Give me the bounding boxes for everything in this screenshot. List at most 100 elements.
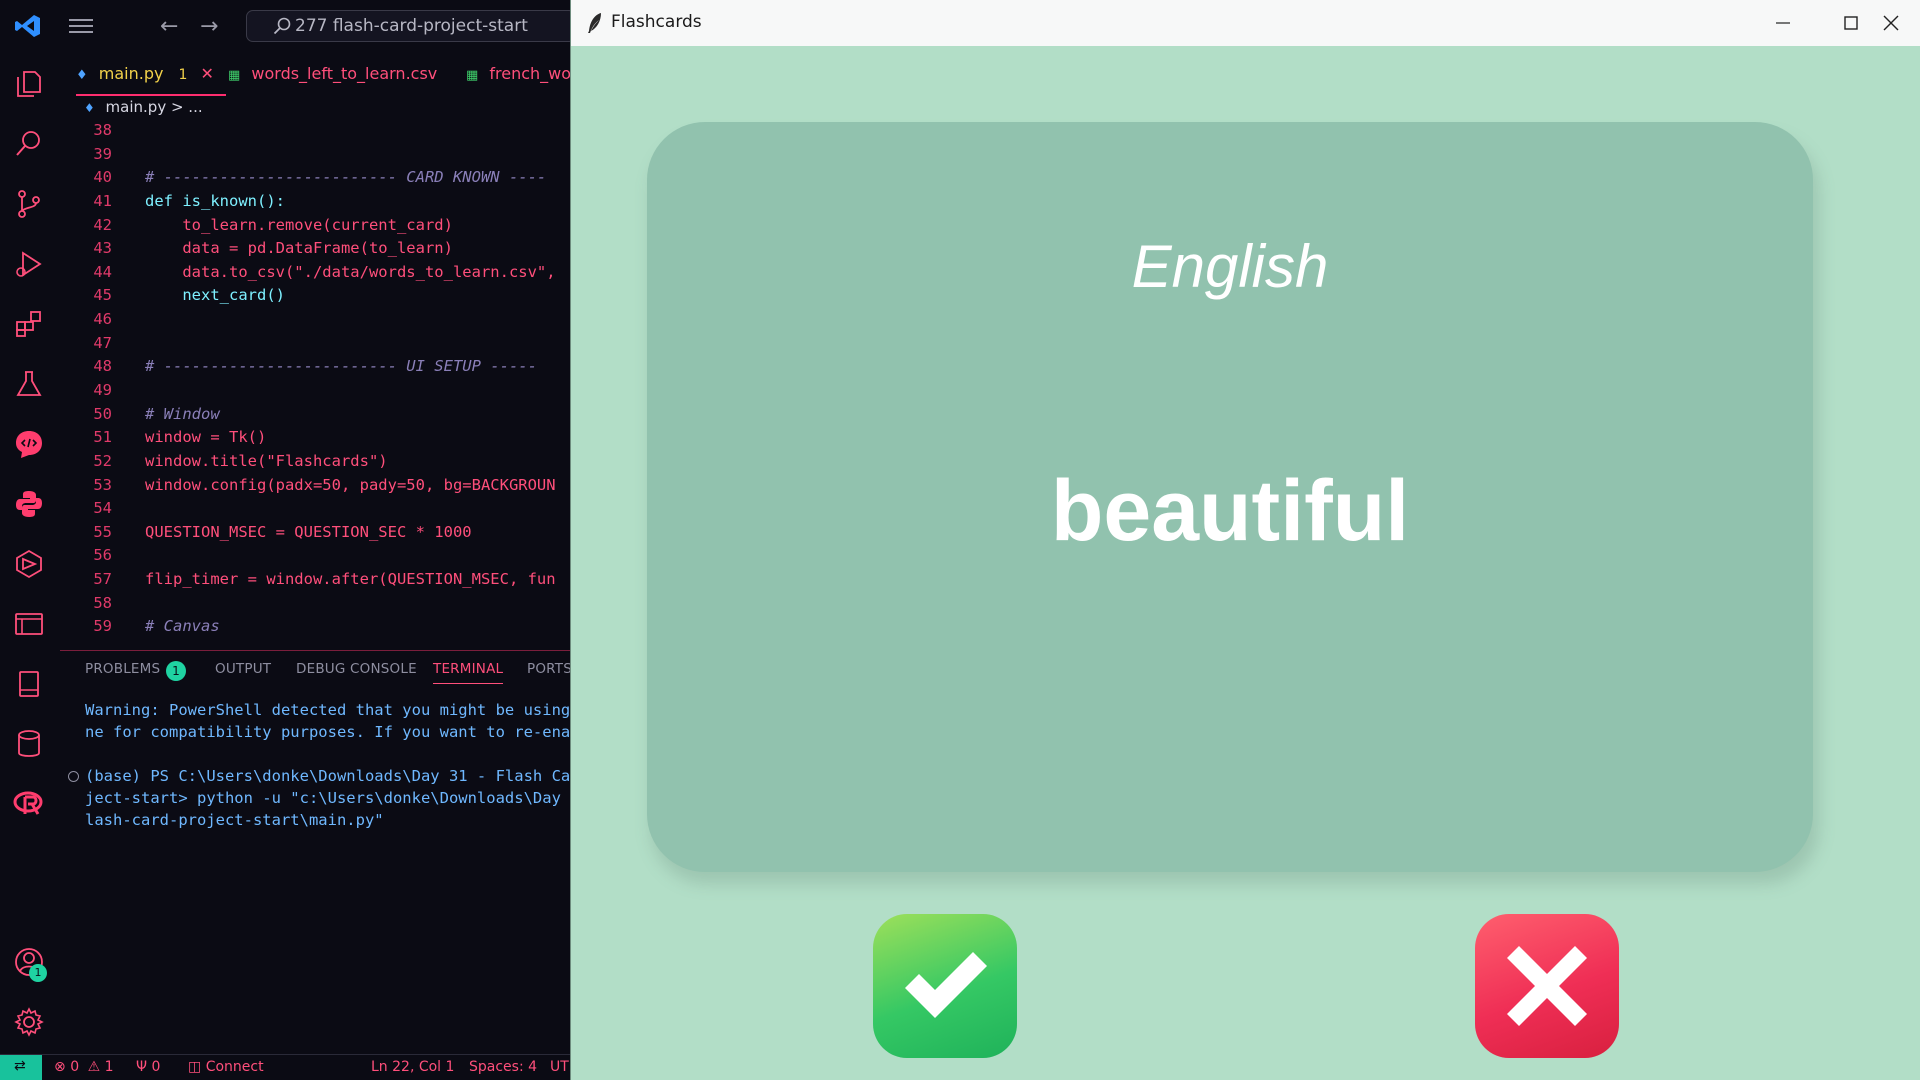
bookmark-icon[interactable] bbox=[13, 668, 45, 700]
code-line: 46 bbox=[60, 307, 572, 331]
code-text: data = pd.DataFrame(to_learn) bbox=[145, 239, 453, 257]
line-number: 53 bbox=[93, 476, 112, 494]
code-text: # ------------------------- CARD KNOWN -… bbox=[145, 168, 547, 186]
code-text: # ------------------------- UI SETUP ---… bbox=[145, 357, 537, 375]
code-line: 51 window = Tk() bbox=[60, 425, 572, 449]
vscode-logo-icon bbox=[15, 15, 40, 37]
line-number: 49 bbox=[93, 381, 112, 399]
status-bar: ⇄ ⊗ 0 ⚠ 1 Ψ 0 ◫ Connect Ln 22, Col 1 Spa… bbox=[0, 1054, 572, 1080]
ports-indicator[interactable]: Ψ 0 bbox=[136, 1059, 160, 1075]
ports-count: 0 bbox=[151, 1059, 161, 1075]
extensions-icon[interactable] bbox=[13, 308, 45, 340]
errors-indicator[interactable]: ⊗ 0 ⚠ 1 bbox=[54, 1059, 114, 1075]
code-text: window.title("Flashcards") bbox=[145, 452, 388, 470]
python-icon[interactable] bbox=[13, 488, 45, 520]
line-number: 48 bbox=[93, 357, 112, 375]
tab-french-words[interactable]: ▦ french_wor bbox=[466, 52, 572, 96]
code-line: 54 bbox=[60, 496, 572, 520]
feather-icon bbox=[588, 13, 601, 33]
connect-button[interactable]: ◫ Connect bbox=[188, 1059, 264, 1075]
line-number: 56 bbox=[93, 546, 112, 564]
line-number: 43 bbox=[93, 239, 112, 257]
tab-debug-console[interactable]: DEBUG CONSOLE bbox=[296, 661, 417, 677]
code-text: # Window bbox=[145, 405, 220, 423]
terminal-line: Warning: PowerShell detected that you mi… bbox=[85, 701, 572, 719]
command-center-search[interactable]: 277 flash-card-project-start bbox=[246, 10, 572, 42]
warning-count: 1 bbox=[104, 1059, 114, 1075]
python-file-icon: ♦ bbox=[76, 68, 88, 83]
flashcards-window: Flashcards English beautiful bbox=[570, 0, 1920, 1080]
tab-words-left-to-learn[interactable]: ▦ words_left_to_learn.csv bbox=[228, 52, 437, 96]
encoding[interactable]: UT bbox=[550, 1059, 569, 1075]
minimize-icon bbox=[1776, 22, 1790, 24]
tab-label: french_wor bbox=[489, 64, 572, 83]
menu-icon[interactable] bbox=[68, 16, 94, 36]
line-number: 38 bbox=[93, 122, 112, 139]
known-button[interactable] bbox=[873, 914, 1017, 1058]
card-word: beautiful bbox=[1050, 463, 1410, 559]
flash-card: English beautiful bbox=[647, 122, 1813, 872]
code-line: 43 data = pd.DataFrame(to_learn) bbox=[60, 236, 572, 260]
gear-icon[interactable] bbox=[13, 1006, 45, 1038]
code-line: 57 flip_timer = window.after(QUESTION_MSE… bbox=[60, 567, 572, 591]
minimize-button[interactable] bbox=[1749, 0, 1817, 46]
window-title: Flashcards bbox=[611, 12, 702, 32]
database-icon[interactable] bbox=[13, 728, 45, 760]
breadcrumb-path: main.py > ... bbox=[105, 98, 203, 116]
code-text: flip_timer = window.after(QUESTION_MSEC,… bbox=[145, 570, 556, 588]
cross-icon bbox=[1507, 946, 1587, 1026]
close-icon[interactable]: ✕ bbox=[201, 64, 214, 83]
remote-explorer-icon[interactable] bbox=[13, 608, 45, 640]
tab-ports[interactable]: PORTS bbox=[527, 661, 572, 677]
prompt-circle-icon bbox=[68, 771, 79, 782]
close-button[interactable] bbox=[1853, 0, 1920, 46]
terminal-line: lash-card-project-start\main.py" bbox=[85, 811, 384, 829]
tab-main-py[interactable]: ♦ main.py 1 ✕ bbox=[76, 52, 226, 96]
code-line: 53 window.config(padx=50, pady=50, bg=BAC… bbox=[60, 473, 572, 497]
files-icon[interactable] bbox=[13, 68, 45, 100]
code-line: 59 # Canvas bbox=[60, 614, 572, 638]
terminal-line: (base) PS C:\Users\donke\Downloads\Day 3… bbox=[85, 767, 572, 785]
unknown-button[interactable] bbox=[1475, 914, 1619, 1058]
line-number: 45 bbox=[93, 286, 112, 304]
titlebar: ← → 277 flash-card-project-start bbox=[0, 0, 572, 52]
arrow-right-icon[interactable]: → bbox=[200, 14, 218, 39]
code-line: 58 bbox=[60, 591, 572, 615]
code-text: # Canvas bbox=[145, 617, 220, 635]
code-line: 48 # ------------------------- UI SETUP -… bbox=[60, 354, 572, 378]
code-text: to_learn.remove(current_card) bbox=[145, 216, 453, 234]
account-icon[interactable]: 1 bbox=[13, 946, 47, 982]
testing-icon[interactable] bbox=[13, 368, 45, 400]
line-number: 42 bbox=[93, 216, 112, 234]
csv-file-icon: ▦ bbox=[228, 68, 241, 83]
python-file-icon: ♦ bbox=[84, 101, 95, 115]
tab-problems[interactable]: PROBLEMS bbox=[85, 661, 160, 677]
indentation[interactable]: Spaces: 4 bbox=[469, 1059, 537, 1075]
line-number: 55 bbox=[93, 523, 112, 541]
close-icon bbox=[1883, 15, 1899, 31]
checkmark-icon bbox=[905, 952, 987, 1018]
chat-icon[interactable] bbox=[13, 428, 45, 460]
window-titlebar: Flashcards bbox=[571, 0, 1920, 46]
code-line: 47 bbox=[60, 331, 572, 355]
code-text: next_card() bbox=[145, 286, 285, 304]
arrow-left-icon[interactable]: ← bbox=[160, 14, 178, 39]
code-line: 41 def is_known(): bbox=[60, 189, 572, 213]
deploy-icon[interactable] bbox=[13, 548, 45, 580]
tab-label: main.py bbox=[98, 64, 164, 83]
line-number: 40 bbox=[93, 168, 112, 186]
r-icon[interactable] bbox=[13, 788, 45, 820]
line-number: 47 bbox=[93, 334, 112, 352]
line-number: 46 bbox=[93, 310, 112, 328]
line-number: 51 bbox=[93, 428, 112, 446]
tab-output[interactable]: OUTPUT bbox=[215, 661, 271, 677]
code-editor[interactable]: 38 39 40 # ------------------------- CARD… bbox=[60, 122, 572, 650]
source-control-icon[interactable] bbox=[13, 188, 45, 220]
cursor-position[interactable]: Ln 22, Col 1 bbox=[371, 1059, 454, 1075]
tab-terminal[interactable]: TERMINAL bbox=[433, 661, 504, 684]
run-debug-icon[interactable] bbox=[13, 248, 45, 280]
breadcrumb[interactable]: ♦ main.py > ... bbox=[84, 98, 203, 122]
remote-indicator[interactable]: ⇄ bbox=[0, 1055, 42, 1080]
line-number: 57 bbox=[93, 570, 112, 588]
search-icon[interactable] bbox=[13, 128, 45, 160]
